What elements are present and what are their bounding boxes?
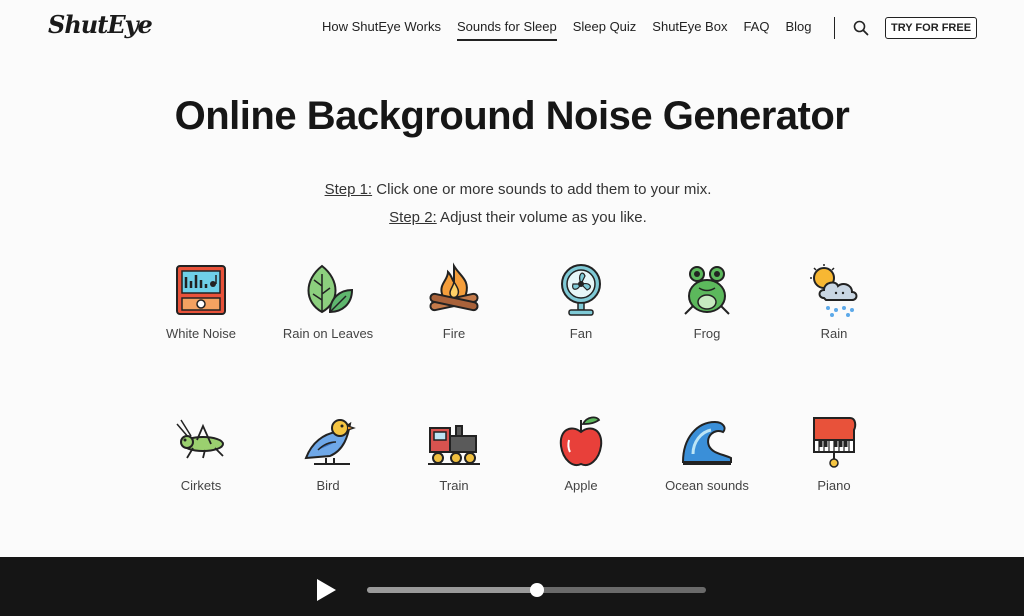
sound-rain[interactable]: Rain (764, 262, 904, 341)
logo[interactable]: ShutEye (48, 10, 153, 39)
wave-icon (681, 420, 732, 465)
main-nav: How ShutEye Works Sounds for Sleep Sleep… (322, 19, 812, 41)
white-noise-icon (176, 265, 226, 315)
sound-label: Train (439, 478, 469, 493)
sound-rain-on-leaves[interactable]: Rain on Leaves (258, 262, 398, 341)
nav-faq[interactable]: FAQ (743, 19, 769, 41)
nav-blog[interactable]: Blog (785, 19, 811, 41)
sound-fire[interactable]: Fire (384, 262, 524, 341)
train-icon (428, 425, 480, 465)
sound-label: Cirkets (180, 478, 222, 493)
sound-label: Piano (817, 478, 851, 493)
sound-white-noise[interactable]: White Noise (131, 262, 271, 341)
search-icon[interactable] (853, 20, 869, 36)
sound-crickets[interactable]: Cirkets (131, 414, 271, 493)
piano-icon (813, 417, 857, 468)
try-for-free-button[interactable]: TRY FOR FREE (885, 17, 977, 39)
nav-sleep-quiz[interactable]: Sleep Quiz (573, 19, 637, 41)
step-1-text: Click one or more sounds to add them to … (372, 181, 712, 198)
nav-shuteye-box[interactable]: ShutEye Box (652, 19, 727, 41)
sound-label: Fire (442, 326, 466, 341)
apple-icon (559, 416, 603, 466)
campfire-icon (429, 262, 479, 312)
sound-ocean[interactable]: Ocean sounds (637, 414, 777, 493)
audio-player-bar (0, 557, 1024, 616)
sound-frog[interactable]: Frog (637, 262, 777, 341)
site-header: ShutEye How ShutEye Works Sounds for Sle… (0, 0, 1024, 56)
sound-train[interactable]: Train (384, 414, 524, 493)
nav-divider (834, 17, 835, 39)
sound-apple[interactable]: Apple (511, 414, 651, 493)
sound-piano[interactable]: Piano (764, 414, 904, 493)
bird-icon (304, 419, 356, 465)
sound-label: Apple (564, 478, 598, 493)
step-1-label: Step 1: (324, 181, 373, 198)
sound-label: Rain (820, 326, 848, 341)
sound-bird[interactable]: Bird (258, 414, 398, 493)
sound-label: White Noise (165, 326, 237, 341)
step-1-instruction: Step 1: Click one or more sounds to add … (6, 181, 1024, 198)
sound-label: Fan (569, 326, 593, 341)
mix-progress-knob[interactable] (529, 583, 544, 597)
leaves-icon (307, 264, 354, 314)
step-2-instruction: Step 2: Adjust their volume as you like. (6, 209, 1024, 226)
sound-label: Ocean sounds (665, 478, 749, 493)
step-2-text: Adjust their volume as you like. (436, 209, 647, 226)
rain-cloud-icon (810, 264, 858, 317)
sound-label: Frog (693, 326, 721, 341)
sound-fan[interactable]: Fan (511, 262, 651, 341)
sound-label: Rain on Leaves (282, 326, 374, 341)
sound-label: Bird (316, 478, 340, 493)
frog-icon (684, 266, 730, 315)
play-icon[interactable] (314, 578, 338, 602)
nav-how-it-works[interactable]: How ShutEye Works (322, 19, 441, 41)
fan-icon (561, 264, 601, 316)
cricket-icon (176, 419, 224, 459)
nav-sounds-for-sleep[interactable]: Sounds for Sleep (456, 19, 557, 41)
step-2-label: Step 2: (389, 209, 437, 226)
page-title: Online Background Noise Generator (174, 94, 850, 138)
mix-progress-fill (367, 587, 537, 593)
